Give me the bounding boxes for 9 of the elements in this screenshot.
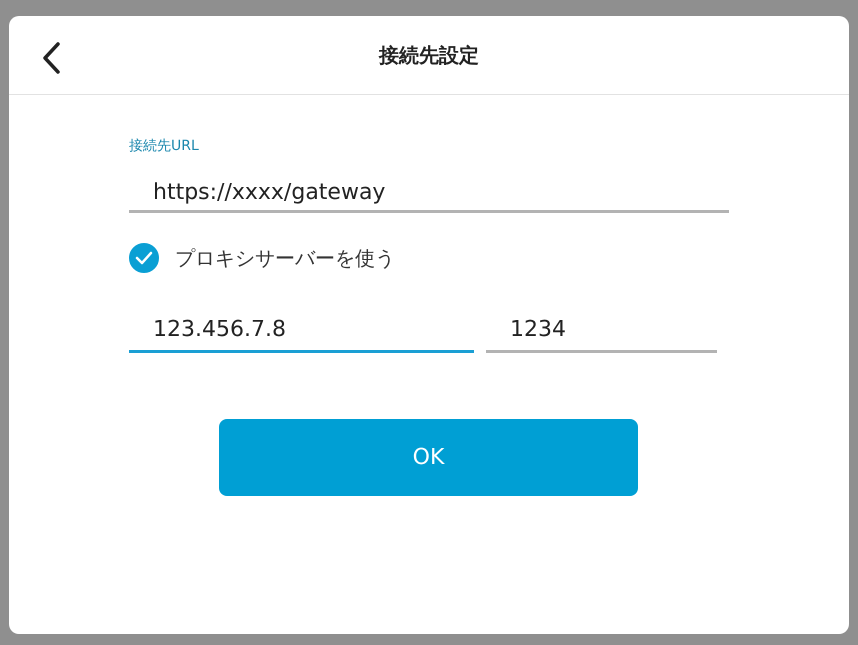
back-icon xyxy=(41,41,61,75)
field-label: 接続先URL xyxy=(129,137,200,156)
proxy-port-field[interactable]: 1234 xyxy=(486,297,717,353)
proxy-checkbox[interactable] xyxy=(129,243,159,273)
proxy-host-field[interactable]: 123.456.7.8 xyxy=(129,297,474,353)
url-input-field[interactable]: https://xxxx/gateway xyxy=(129,163,729,213)
checkbox-label: プロキシサーバーを使う xyxy=(175,244,395,272)
dialog-title: 接続先設定 xyxy=(379,42,479,68)
checkmark-icon xyxy=(135,251,153,265)
